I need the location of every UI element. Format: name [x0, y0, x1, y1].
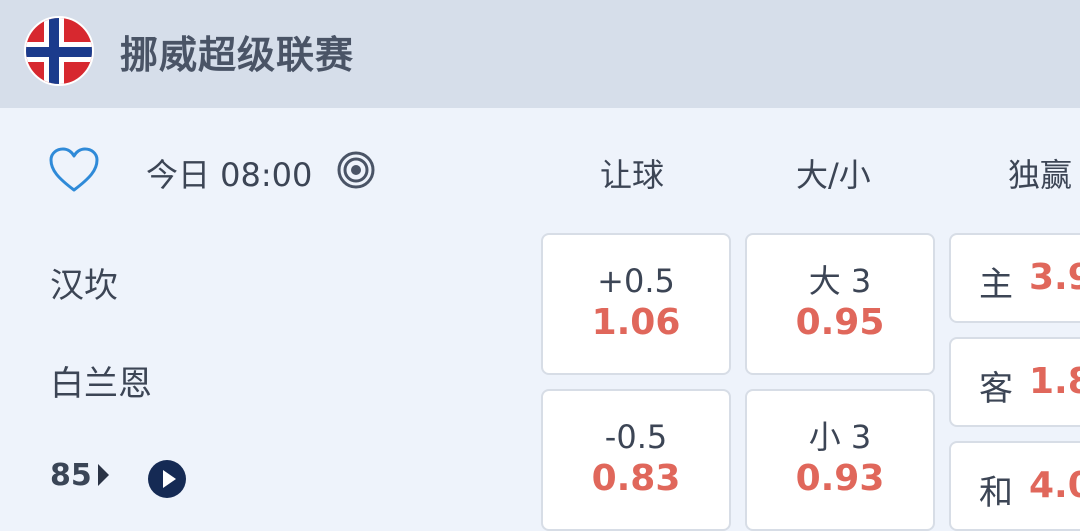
moneyline-price: 4.0: [1029, 465, 1080, 506]
norway-flag-icon: [24, 16, 94, 86]
moneyline-away-odds[interactable]: 客 1.8: [949, 337, 1080, 427]
moneyline-label: 主: [979, 265, 1013, 305]
moneyline-home-odds[interactable]: 主 3.9: [949, 233, 1080, 323]
live-arrow-icon: [98, 464, 109, 486]
column-header-moneyline: 独赢: [1008, 156, 1073, 194]
under-odds[interactable]: 小 3 0.93: [745, 389, 935, 531]
league-title: 挪威超级联赛: [120, 33, 355, 77]
handicap-away-odds[interactable]: -0.5 0.83: [541, 389, 731, 531]
over-price: 0.95: [795, 302, 885, 343]
handicap-price: 1.06: [591, 302, 681, 343]
column-header-over-under: 大/小: [796, 156, 871, 194]
column-header-handicap: 让球: [600, 156, 665, 194]
under-price: 0.93: [795, 458, 885, 499]
moneyline-price: 1.8: [1029, 361, 1080, 402]
moneyline-draw-odds[interactable]: 和 4.0: [949, 441, 1080, 531]
handicap-home-odds[interactable]: +0.5 1.06: [541, 233, 731, 375]
target-icon[interactable]: [336, 150, 376, 190]
league-header[interactable]: 挪威超级联赛: [0, 0, 1080, 108]
heart-icon[interactable]: [48, 146, 100, 194]
handicap-line: -0.5: [604, 418, 668, 456]
moneyline-label: 客: [979, 369, 1013, 409]
under-line: 小 3: [808, 418, 872, 456]
play-video-icon[interactable]: [148, 460, 186, 498]
away-team: 白兰恩: [50, 364, 152, 404]
home-team: 汉坎: [50, 266, 118, 306]
handicap-line: +0.5: [597, 262, 675, 300]
over-odds[interactable]: 大 3 0.95: [745, 233, 935, 375]
moneyline-label: 和: [979, 473, 1013, 513]
match-time: 今日 08:00: [146, 156, 313, 194]
handicap-price: 0.83: [591, 458, 681, 499]
over-line: 大 3: [808, 262, 872, 300]
match-minute: 85: [50, 458, 92, 493]
moneyline-price: 3.9: [1029, 257, 1080, 298]
